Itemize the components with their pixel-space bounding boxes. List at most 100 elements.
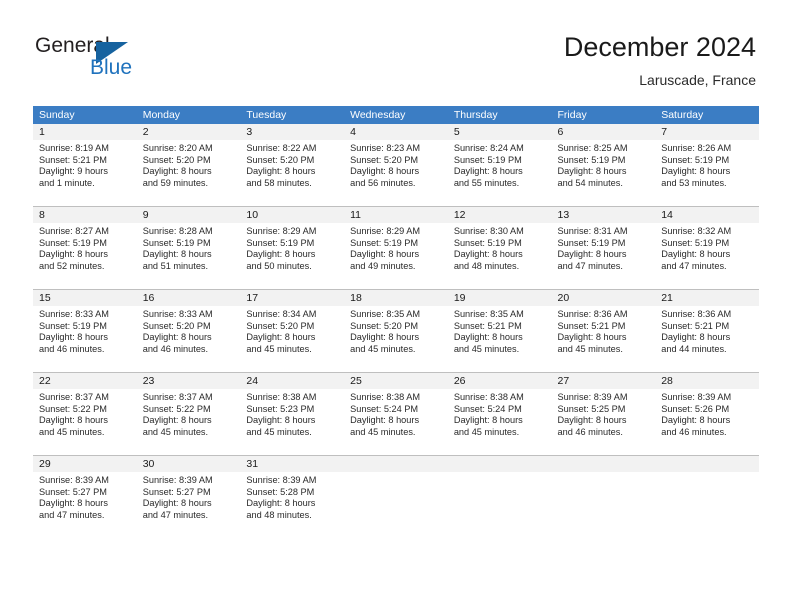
calendar-grid: Sunday Monday Tuesday Wednesday Thursday Frid… xyxy=(33,106,759,528)
day-sunrise: Sunrise: 8:35 AM xyxy=(453,309,524,319)
day-number[interactable]: 21 xyxy=(655,290,759,306)
day-sunset: Sunset: 5:20 PM xyxy=(246,320,315,331)
day-daylight-line2: and 56 minutes. xyxy=(350,177,416,188)
day-number[interactable]: 16 xyxy=(137,290,241,306)
day-cell-details: Sunrise: 8:38 AM Sunset: 5:24 PM Daylight:… xyxy=(448,389,552,445)
day-daylight-line1: Daylight: 8 hours xyxy=(246,166,316,177)
day-sunset: Sunset: 5:19 PM xyxy=(557,154,626,165)
day-daylight-line2: and 52 minutes. xyxy=(39,260,105,271)
day-cell-details: Sunrise: 8:36 AM Sunset: 5:21 PM Daylight:… xyxy=(552,306,656,362)
day-daylight-line1: Daylight: 8 hours xyxy=(350,332,420,343)
day-number[interactable]: 19 xyxy=(448,290,552,306)
day-daylight-line1: Daylight: 9 hours xyxy=(39,166,108,177)
week-day-details: Sunrise: 8:39 AM Sunset: 5:27 PM Daylight:… xyxy=(33,472,759,528)
week-day-details: Sunrise: 8:19 AM Sunset: 5:21 PM Daylight:… xyxy=(33,140,759,196)
day-sunrise: Sunrise: 8:38 AM xyxy=(246,392,317,402)
brand-logo[interactable]: General Blue xyxy=(35,34,265,90)
day-sunset: Sunset: 5:19 PM xyxy=(453,237,522,248)
day-sunrise: Sunrise: 8:30 AM xyxy=(453,226,524,236)
week-day-numbers: 22 23 24 25 26 27 28 xyxy=(33,373,759,389)
weekday-header-sunday: Sunday xyxy=(39,109,75,121)
day-daylight-line2: and 48 minutes. xyxy=(246,509,312,520)
day-number[interactable]: 12 xyxy=(448,207,552,223)
day-sunset: Sunset: 5:22 PM xyxy=(142,403,211,414)
week-day-details: Sunrise: 8:33 AM Sunset: 5:19 PM Daylight:… xyxy=(33,306,759,362)
day-sunrise: Sunrise: 8:39 AM xyxy=(557,392,628,402)
day-daylight-line1: Daylight: 8 hours xyxy=(557,332,627,343)
day-number[interactable]: 31 xyxy=(240,456,344,472)
day-sunset: Sunset: 5:19 PM xyxy=(142,237,211,248)
day-sunrise: Sunrise: 8:32 AM xyxy=(661,226,732,236)
day-number xyxy=(448,456,552,472)
weekday-header-tuesday: Tuesday xyxy=(246,109,287,121)
day-number[interactable]: 8 xyxy=(33,207,137,223)
day-cell-details: Sunrise: 8:24 AM Sunset: 5:19 PM Daylight:… xyxy=(448,140,552,196)
day-sunrise: Sunrise: 8:19 AM xyxy=(39,143,109,153)
day-cell-details: Sunrise: 8:20 AM Sunset: 5:20 PM Daylight:… xyxy=(137,140,241,196)
day-daylight-line2: and 45 minutes. xyxy=(246,343,312,354)
day-number[interactable]: 1 xyxy=(33,124,137,140)
day-daylight-line1: Daylight: 8 hours xyxy=(39,249,108,260)
day-number[interactable]: 3 xyxy=(240,124,344,140)
day-cell-details: Sunrise: 8:35 AM Sunset: 5:21 PM Daylight:… xyxy=(448,306,552,362)
day-cell-details: Sunrise: 8:39 AM Sunset: 5:27 PM Daylight:… xyxy=(33,472,137,528)
day-sunset: Sunset: 5:27 PM xyxy=(39,486,107,497)
day-daylight-line2: and 45 minutes. xyxy=(557,343,623,354)
day-number[interactable]: 10 xyxy=(240,207,344,223)
day-number[interactable]: 25 xyxy=(344,373,448,389)
day-cell-details: Sunrise: 8:29 AM Sunset: 5:19 PM Daylight:… xyxy=(240,223,344,279)
day-sunset: Sunset: 5:22 PM xyxy=(39,403,107,414)
day-daylight-line1: Daylight: 8 hours xyxy=(661,415,731,426)
day-sunset: Sunset: 5:19 PM xyxy=(661,154,730,165)
day-sunrise: Sunrise: 8:25 AM xyxy=(557,143,628,153)
day-daylight-line1: Daylight: 8 hours xyxy=(142,166,212,177)
day-number[interactable]: 17 xyxy=(240,290,344,306)
day-sunset: Sunset: 5:20 PM xyxy=(142,320,211,331)
day-daylight-line1: Daylight: 8 hours xyxy=(661,166,731,177)
day-number[interactable]: 5 xyxy=(448,124,552,140)
day-sunrise: Sunrise: 8:33 AM xyxy=(142,309,213,319)
weekday-header-monday: Monday xyxy=(142,109,181,121)
day-daylight-line2: and 45 minutes. xyxy=(246,426,312,437)
day-number[interactable]: 28 xyxy=(655,373,759,389)
day-number[interactable]: 27 xyxy=(552,373,656,389)
day-sunrise: Sunrise: 8:31 AM xyxy=(557,226,628,236)
day-number[interactable]: 22 xyxy=(33,373,137,389)
day-number[interactable]: 26 xyxy=(448,373,552,389)
day-cell-details: Sunrise: 8:32 AM Sunset: 5:19 PM Daylight:… xyxy=(655,223,759,279)
day-number[interactable]: 29 xyxy=(33,456,137,472)
day-daylight-line2: and 46 minutes. xyxy=(557,426,623,437)
day-number[interactable]: 24 xyxy=(240,373,344,389)
day-number[interactable]: 18 xyxy=(344,290,448,306)
day-cell-details: Sunrise: 8:29 AM Sunset: 5:19 PM Daylight:… xyxy=(344,223,448,279)
day-number[interactable]: 13 xyxy=(552,207,656,223)
day-cell-details: Sunrise: 8:33 AM Sunset: 5:19 PM Daylight:… xyxy=(33,306,137,362)
day-daylight-line1: Daylight: 8 hours xyxy=(350,166,420,177)
day-sunrise: Sunrise: 8:39 AM xyxy=(661,392,732,402)
day-daylight-line1: Daylight: 8 hours xyxy=(453,415,523,426)
day-cell-details: Sunrise: 8:23 AM Sunset: 5:20 PM Daylight:… xyxy=(344,140,448,196)
day-number[interactable]: 7 xyxy=(655,124,759,140)
day-number[interactable]: 23 xyxy=(137,373,241,389)
day-number[interactable]: 11 xyxy=(344,207,448,223)
day-number[interactable]: 15 xyxy=(33,290,137,306)
day-number[interactable]: 6 xyxy=(552,124,656,140)
day-daylight-line1: Daylight: 8 hours xyxy=(39,498,108,509)
day-number[interactable]: 2 xyxy=(137,124,241,140)
day-sunset: Sunset: 5:21 PM xyxy=(557,320,626,331)
day-number[interactable]: 20 xyxy=(552,290,656,306)
day-number[interactable]: 14 xyxy=(655,207,759,223)
day-sunrise: Sunrise: 8:29 AM xyxy=(246,226,317,236)
day-number[interactable]: 30 xyxy=(137,456,241,472)
day-sunset: Sunset: 5:19 PM xyxy=(39,237,107,248)
day-daylight-line2: and 1 minute. xyxy=(39,177,95,188)
day-cell-details: Sunrise: 8:39 AM Sunset: 5:25 PM Daylight:… xyxy=(552,389,656,445)
day-daylight-line2: and 45 minutes. xyxy=(142,426,209,437)
day-number[interactable]: 9 xyxy=(137,207,241,223)
page-subtitle: Laruscade, France xyxy=(639,72,756,88)
day-daylight-line2: and 58 minutes. xyxy=(246,177,312,188)
day-daylight-line1: Daylight: 8 hours xyxy=(142,415,212,426)
day-daylight-line1: Daylight: 8 hours xyxy=(142,498,212,509)
day-sunset: Sunset: 5:21 PM xyxy=(661,320,730,331)
day-number[interactable]: 4 xyxy=(344,124,448,140)
